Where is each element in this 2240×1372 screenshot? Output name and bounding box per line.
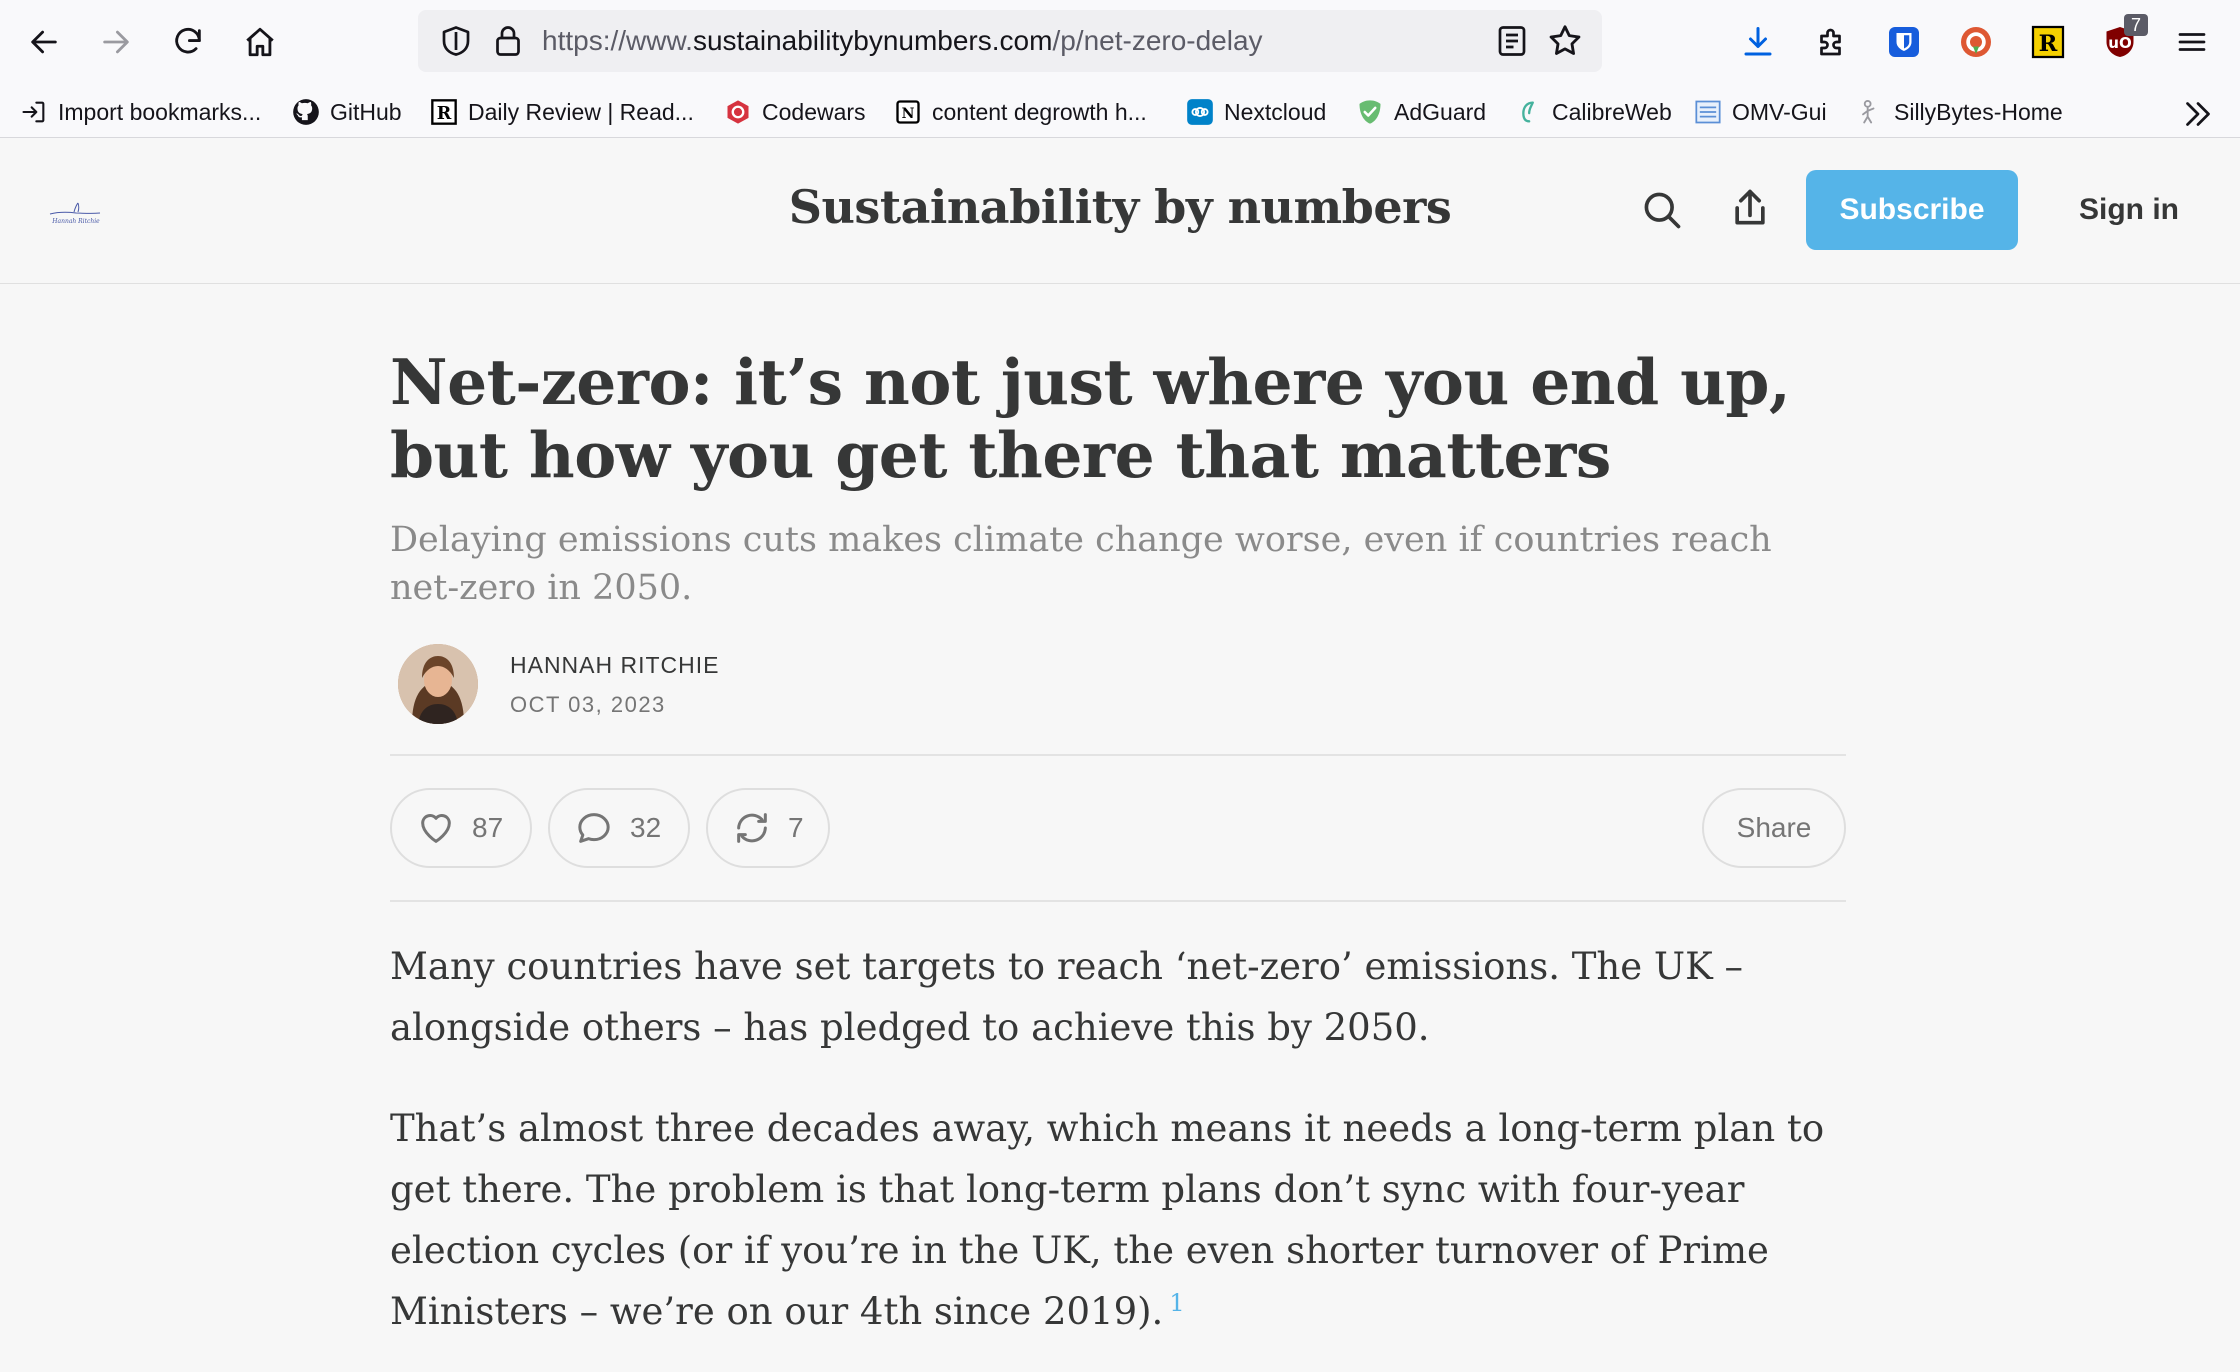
readwise-icon: R (430, 98, 458, 126)
share-icon[interactable] (1728, 186, 1772, 230)
url-path: /p/net-zero-delay (1052, 25, 1263, 56)
svg-text:N: N (902, 106, 915, 122)
post-date: OCT 03, 2023 (510, 692, 666, 717)
bookmark-omv[interactable]: OMV-Gui (1694, 92, 1827, 132)
reader-view-icon[interactable] (1494, 23, 1530, 59)
bookmark-label: AdGuard (1394, 98, 1487, 125)
bookmark-adguard[interactable]: AdGuard (1356, 92, 1486, 132)
adguard-icon (1356, 98, 1384, 126)
url-text[interactable]: https://www.sustainabilitybynumbers.com/… (542, 10, 1263, 72)
like-count: 87 (472, 812, 504, 843)
search-icon[interactable] (1640, 188, 1684, 232)
bitwarden-extension[interactable] (1878, 16, 1930, 68)
download-icon (1744, 27, 1772, 56)
github-icon (292, 98, 320, 126)
home-icon (246, 27, 274, 57)
nextcloud-icon (1186, 98, 1214, 126)
duckduckgo-extension[interactable] (1950, 16, 2002, 68)
comment-button[interactable]: 32 (548, 788, 690, 868)
menu-button[interactable] (2166, 16, 2218, 68)
bookmark-label: Nextcloud (1224, 98, 1327, 125)
author-avatar[interactable] (398, 644, 478, 724)
bookmark-readwise[interactable]: R Daily Review | Read... (430, 92, 694, 132)
hamburger-menu-icon (2178, 33, 2206, 51)
restack-count: 7 (788, 812, 804, 843)
subscribe-button[interactable]: Subscribe (1806, 170, 2018, 250)
bookmark-label: Daily Review | Read... (468, 98, 694, 125)
sillybytes-icon (1856, 98, 1884, 126)
bookmark-label: CalibreWeb (1552, 98, 1672, 125)
bookmark-label: Import bookmarks... (58, 98, 262, 125)
url-prefix: https://www. (542, 25, 693, 56)
bitwarden-icon (1889, 27, 1919, 57)
restack-button[interactable]: 7 (706, 788, 830, 868)
bookmark-label: OMV-Gui (1732, 98, 1827, 125)
readwise-extension[interactable]: R (2022, 16, 2074, 68)
divider (390, 754, 1846, 756)
lock-icon[interactable] (490, 23, 526, 59)
bookmark-label: content degrowth h... (932, 98, 1147, 125)
post-subtitle: Delaying emissions cuts makes climate ch… (390, 520, 1772, 608)
browser-toolbar: https://www.sustainabilitybynumbers.com/… (0, 0, 2240, 86)
post-title: Net-zero: it’s not just where you end up… (390, 345, 1791, 492)
author-name[interactable]: HANNAH RITCHIE (510, 652, 720, 679)
footnote-link[interactable]: 1 (1169, 1289, 1184, 1317)
bookmark-calibreweb[interactable]: CalibreWeb (1514, 92, 1672, 132)
ublock-extension[interactable]: uO 7 (2094, 14, 2148, 68)
bookmark-github[interactable]: GitHub (292, 92, 402, 132)
reload-icon (175, 28, 201, 54)
comment-count: 32 (630, 812, 662, 843)
readwise-r-icon: R (2031, 25, 2065, 59)
bookmark-import[interactable]: Import bookmarks... (20, 92, 261, 132)
svg-text:uO: uO (2108, 34, 2131, 52)
divider (390, 900, 1846, 902)
url-domain: sustainabilitybynumbers.com (692, 25, 1053, 56)
bookmark-nextcloud[interactable]: Nextcloud (1186, 92, 1326, 132)
omv-icon (1694, 98, 1722, 126)
bookmarks-bar: Import bookmarks... GitHub R Daily Revie… (0, 86, 2240, 138)
forward-button[interactable] (88, 14, 144, 70)
svg-text:R: R (2039, 31, 2058, 57)
sign-in-button[interactable]: Sign in (2054, 170, 2204, 250)
codewars-icon (724, 98, 752, 126)
restack-icon (737, 813, 767, 843)
like-button[interactable]: 87 (390, 788, 532, 868)
reload-button[interactable] (160, 14, 216, 70)
puzzle-icon (1820, 28, 1841, 56)
bookmark-sillybytes[interactable]: SillyBytes-Home (1856, 92, 2063, 132)
site-header: Hannah Ritchie Sustainability by numbers… (0, 138, 2240, 284)
paragraph-text: That’s almost three decades away, which … (390, 1107, 1825, 1333)
bookmark-label: Codewars (762, 98, 866, 125)
bookmark-notion[interactable]: N content degrowth h... (894, 92, 1147, 132)
import-icon (20, 98, 48, 126)
share-button[interactable]: Share (1702, 788, 1846, 868)
svg-text:R: R (437, 104, 452, 124)
heart-icon (421, 814, 451, 843)
duckduckgo-icon (1961, 27, 1991, 57)
downloads-button[interactable] (1732, 16, 1784, 68)
calibre-icon (1514, 98, 1542, 126)
forward-arrow-icon (103, 30, 129, 54)
bookmark-label: GitHub (330, 98, 402, 125)
shield-icon[interactable] (438, 23, 474, 59)
chevron-double-right-icon[interactable] (2180, 96, 2216, 132)
bookmark-star-icon[interactable] (1546, 22, 1584, 60)
back-arrow-icon (31, 30, 57, 54)
paragraph: Many countries have set targets to reach… (390, 945, 1743, 1049)
bookmark-codewars[interactable]: Codewars (724, 92, 866, 132)
ublock-badge: 7 (2124, 14, 2148, 36)
url-bar[interactable]: https://www.sustainabilitybynumbers.com/… (418, 10, 1602, 72)
extensions-button[interactable] (1806, 16, 1858, 68)
paragraph: That’s almost three decades away, which … (390, 1098, 1846, 1342)
back-button[interactable] (16, 14, 72, 70)
comment-bubble-icon (578, 813, 610, 843)
bookmark-label: SillyBytes-Home (1894, 98, 2063, 125)
home-button[interactable] (232, 14, 288, 70)
notion-icon: N (894, 98, 922, 126)
